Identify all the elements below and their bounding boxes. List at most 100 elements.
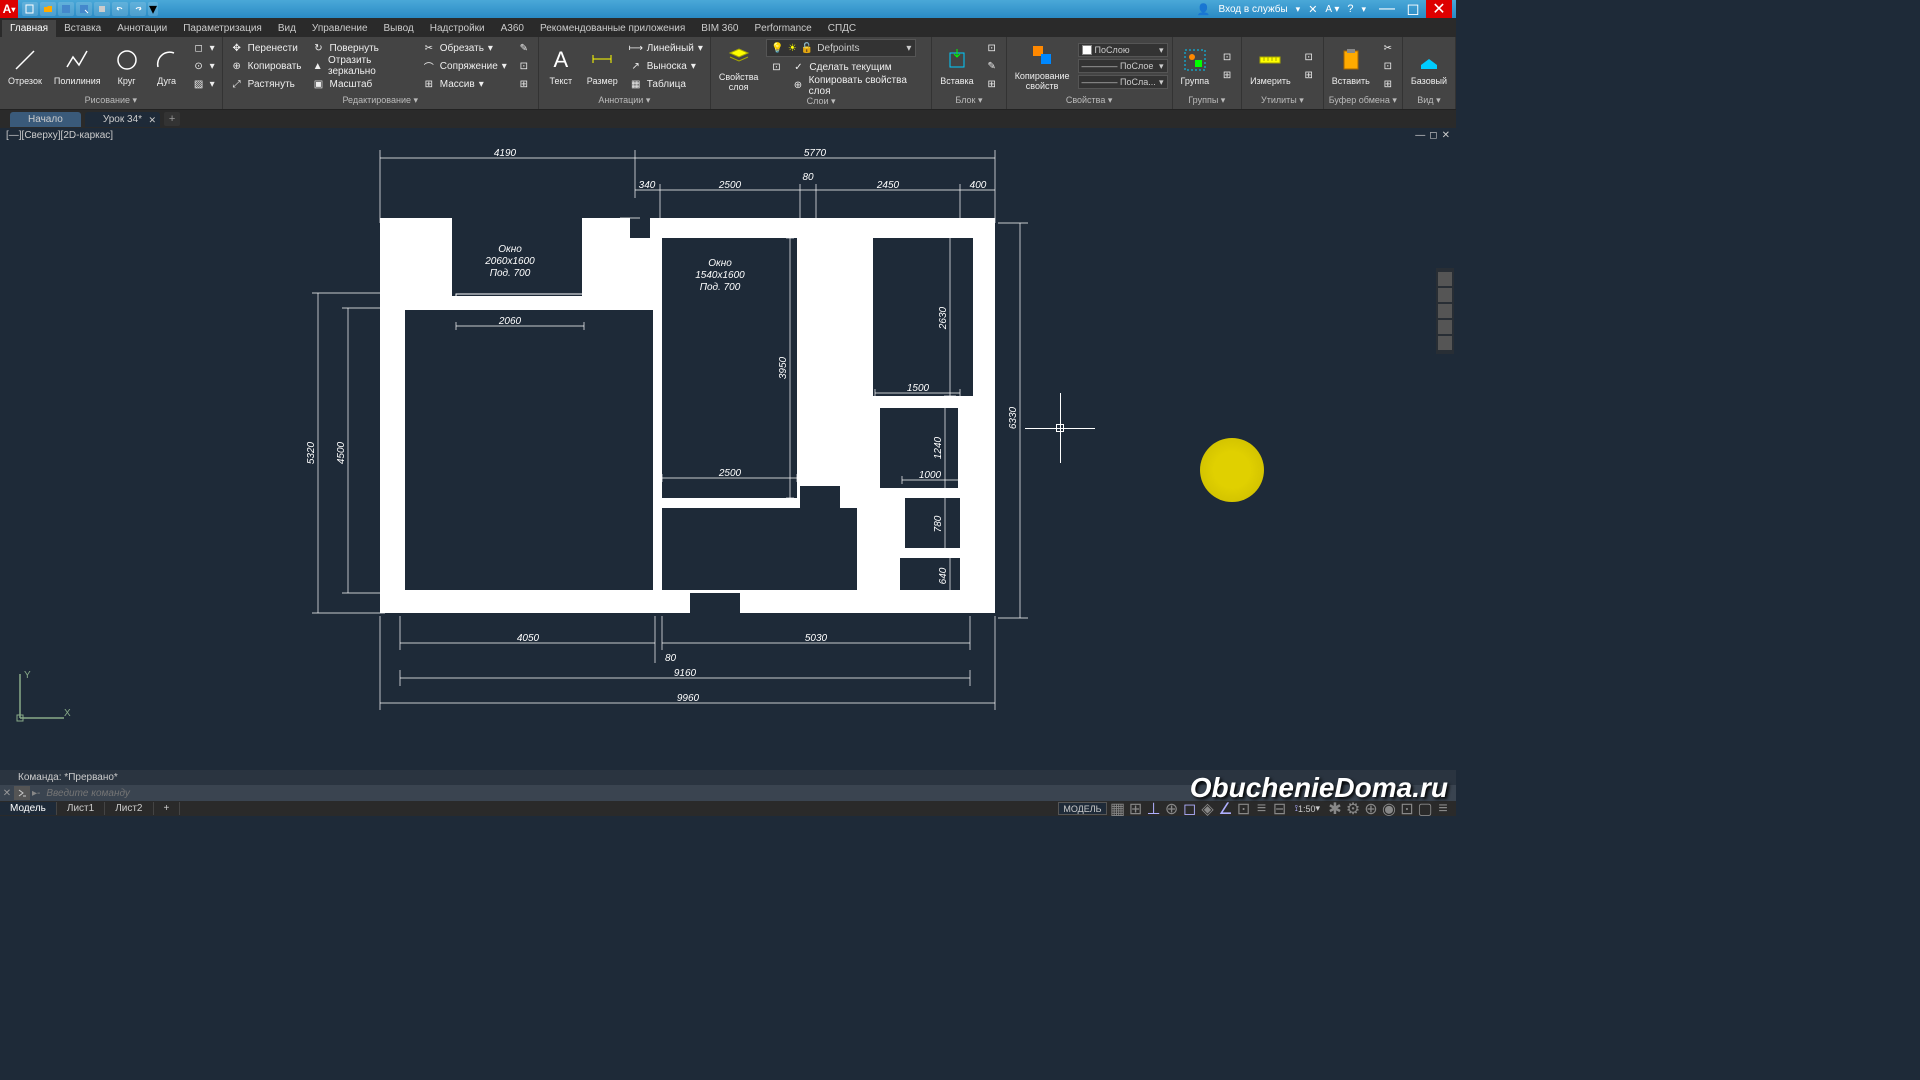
panel-modify-title[interactable]: Редактирование ▾	[223, 95, 538, 109]
make-current-button[interactable]: ✓Сделать текущим	[788, 59, 927, 76]
text-button[interactable]: AТекст	[543, 44, 579, 88]
ucs-icon[interactable]: Y X	[12, 666, 72, 726]
layer-btn1[interactable]: ⊡	[766, 59, 786, 76]
snap-icon[interactable]: ⊞	[1129, 802, 1143, 815]
tab-a360[interactable]: A360	[493, 20, 532, 37]
clip-btn2[interactable]: ⊡	[1378, 58, 1398, 75]
command-input[interactable]	[40, 788, 1456, 799]
undo-icon[interactable]	[112, 2, 128, 16]
ws-icon[interactable]: ⚙	[1346, 802, 1360, 815]
table-button[interactable]: ▦Таблица	[626, 76, 706, 93]
vp-min-icon[interactable]: —	[1415, 130, 1425, 141]
redo-icon[interactable]	[130, 2, 146, 16]
lineweight-combo[interactable]: ———— ПоСлое▾	[1078, 59, 1168, 73]
3dosnap-icon[interactable]: ◈	[1201, 802, 1215, 815]
open-icon[interactable]	[40, 2, 56, 16]
panel-layers-title[interactable]: Слои ▾	[711, 96, 931, 109]
vp-max-icon[interactable]: ◻	[1429, 130, 1437, 141]
group-button[interactable]: Группа	[1177, 44, 1214, 88]
annoscale-button[interactable]: ⟟ 1:50 ▾	[1291, 802, 1324, 815]
panel-block-title[interactable]: Блок ▾	[932, 95, 1005, 109]
block-btn3[interactable]: ⊞	[982, 76, 1002, 93]
block-btn2[interactable]: ✎	[982, 58, 1002, 75]
qat-dropdown-icon[interactable]: ▾	[148, 2, 158, 16]
annovisibility-icon[interactable]: ✱	[1328, 802, 1342, 815]
grid-icon[interactable]: ▦	[1111, 802, 1125, 815]
person-icon[interactable]: 👤	[1197, 3, 1211, 16]
tab-performance[interactable]: Performance	[747, 20, 820, 37]
modify-extra3[interactable]: ⊞	[514, 76, 534, 93]
insert-button[interactable]: Вставка	[936, 44, 977, 88]
cmd-prompt-icon[interactable]	[14, 786, 30, 800]
hardware-icon[interactable]: ◉	[1382, 802, 1396, 815]
tpy-icon[interactable]: ⊟	[1273, 802, 1287, 815]
dyn-icon[interactable]: ⊡	[1237, 802, 1251, 815]
panel-util-title[interactable]: Утилиты ▾	[1242, 95, 1323, 109]
match-layer-button[interactable]: ⊕Копировать свойства слоя	[788, 77, 927, 94]
nav-zoom-icon[interactable]	[1438, 288, 1452, 302]
nav-pan-icon[interactable]	[1438, 304, 1452, 318]
close-button[interactable]: ✕	[1426, 0, 1452, 18]
tab-featured[interactable]: Рекомендованные приложения	[532, 20, 693, 37]
print-icon[interactable]	[94, 2, 110, 16]
panel-view-title[interactable]: Вид ▾	[1403, 95, 1455, 109]
clean-icon[interactable]: ▢	[1418, 802, 1432, 815]
new-icon[interactable]	[22, 2, 38, 16]
group-btn1[interactable]: ⊡	[1217, 49, 1237, 66]
osnap-icon[interactable]: ◻	[1183, 802, 1197, 815]
signin-button[interactable]: Вход в службы	[1219, 4, 1288, 15]
tab-annotate[interactable]: Аннотации	[109, 20, 175, 37]
arc-button[interactable]: Дуга	[149, 44, 185, 88]
isolate-icon[interactable]: ⊡	[1400, 802, 1414, 815]
save-icon[interactable]	[58, 2, 74, 16]
modify-extra2[interactable]: ⊡	[514, 58, 534, 75]
add-layout-button[interactable]: +	[154, 802, 181, 815]
cmd-close-icon[interactable]: ✕	[0, 788, 14, 799]
tab-addins[interactable]: Надстройки	[422, 20, 493, 37]
tab-spds[interactable]: СПДС	[820, 20, 864, 37]
copy-button[interactable]: ⊕Копировать	[227, 58, 305, 75]
view-label[interactable]: [—][Сверху][2D-каркас]	[6, 130, 113, 141]
clip-btn1[interactable]: ✂	[1378, 40, 1398, 57]
vp-close-icon[interactable]: ✕	[1442, 130, 1450, 141]
customize-icon[interactable]: ≡	[1436, 802, 1450, 815]
exchange-icon[interactable]: ✕	[1308, 3, 1317, 16]
draw-row3[interactable]: ▨▾	[189, 76, 218, 93]
document-tab[interactable]: Урок 34*✕	[85, 112, 160, 127]
panel-draw-title[interactable]: Рисование ▾	[0, 95, 222, 109]
polar-icon[interactable]: ⊕	[1165, 802, 1179, 815]
array-button[interactable]: ⊞Массив ▾	[419, 76, 510, 93]
annomonitor-icon[interactable]: ⊕	[1364, 802, 1378, 815]
panel-annot-title[interactable]: Аннотации ▾	[539, 95, 710, 109]
start-tab[interactable]: Начало	[10, 112, 81, 127]
clip-btn3[interactable]: ⊞	[1378, 76, 1398, 93]
minimize-button[interactable]: —	[1374, 0, 1400, 18]
stretch-button[interactable]: ⤢Растянуть	[227, 76, 305, 93]
measure-button[interactable]: Измерить	[1246, 44, 1295, 88]
help-icon[interactable]: ?	[1347, 3, 1353, 15]
fillet-button[interactable]: ⌒Сопряжение ▾	[419, 58, 510, 75]
tab-bim360[interactable]: BIM 360	[693, 20, 746, 37]
tab-manage[interactable]: Управление	[304, 20, 376, 37]
a-dropdown[interactable]: A ▾	[1325, 4, 1339, 15]
linear-button[interactable]: ⟼Линейный ▾	[626, 40, 706, 57]
saveas-icon[interactable]	[76, 2, 92, 16]
panel-props-title[interactable]: Свойства ▾	[1007, 95, 1172, 109]
tab-view[interactable]: Вид	[270, 20, 304, 37]
tab-parametric[interactable]: Параметризация	[175, 20, 270, 37]
lwt-icon[interactable]: ≡	[1255, 802, 1269, 815]
drawing-area[interactable]: [—][Сверху][2D-каркас] — ◻ ✕	[0, 128, 1456, 776]
tab-home[interactable]: Главная	[2, 20, 56, 37]
circle-button[interactable]: Круг	[109, 44, 145, 88]
paste-button[interactable]: Вставить	[1328, 44, 1374, 88]
maximize-button[interactable]: ◻	[1400, 0, 1426, 18]
app-icon[interactable]: A▾	[0, 0, 18, 18]
util-btn2[interactable]: ⊞	[1299, 67, 1319, 84]
linetype-combo[interactable]: ———— ПоСла...▾	[1078, 75, 1168, 89]
tab-insert[interactable]: Вставка	[56, 20, 109, 37]
move-button[interactable]: ✥Перенести	[227, 40, 305, 57]
layout2-tab[interactable]: Лист2	[105, 802, 153, 815]
nav-show-icon[interactable]	[1438, 336, 1452, 350]
scale-button[interactable]: ▣Масштаб	[309, 76, 415, 93]
add-tab-button[interactable]: +	[164, 112, 180, 126]
